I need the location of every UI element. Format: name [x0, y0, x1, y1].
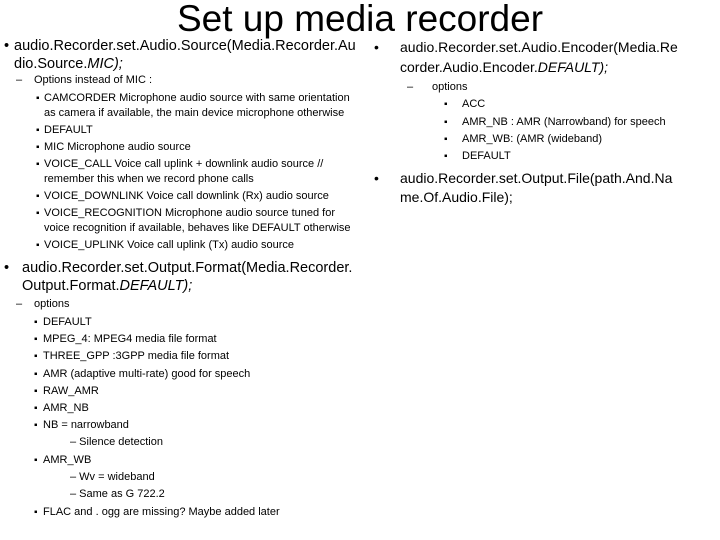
- encoder-line-2b: DEFAULT);: [537, 59, 609, 75]
- list-item: AMR_NB: [43, 402, 89, 414]
- list-item: AMR_NB : AMR (Narrowband) for speech: [462, 116, 666, 128]
- dash-icon: –: [407, 81, 414, 93]
- sub-bullet-icon: ▪: [34, 386, 38, 397]
- sub-bullet-icon: ▪: [444, 99, 448, 110]
- format-line-2b: DEFAULT);: [119, 278, 193, 294]
- sub-bullet-icon: ▪: [36, 240, 40, 251]
- list-item: CAMCORDER Microphone audio source with s…: [44, 92, 350, 104]
- source-line-1: audio.Recorder.set.Audio.Source(Media.Re…: [14, 38, 356, 54]
- sub-bullet-icon: ▪: [34, 507, 38, 518]
- list-item: VOICE_DOWNLINK Voice call downlink (Rx) …: [44, 190, 329, 202]
- encoder-heading: options: [432, 81, 468, 93]
- list-item: DEFAULT: [462, 150, 511, 162]
- encoder-line-2: corder.Audio.Encoder.DEFAULT);: [400, 60, 608, 74]
- sub-bullet-icon: ▪: [34, 455, 38, 466]
- encoder-line-1: audio.Recorder.set.Audio.Encoder(Media.R…: [400, 39, 678, 55]
- list-item: THREE_GPP :3GPP media file format: [43, 350, 230, 362]
- bullet-icon: •: [4, 38, 10, 54]
- dash-icon: –: [16, 74, 23, 86]
- source-line-2b: MIC);: [87, 56, 123, 72]
- sub-bullet-icon: ▪: [34, 403, 38, 414]
- list-item: FLAC and . ogg are missing? Maybe added …: [43, 506, 280, 518]
- format-line-1: audio.Recorder.set.Output.Format(Media.R…: [22, 260, 353, 276]
- sub-bullet-icon: ▪: [34, 317, 38, 328]
- sub-bullet-icon: ▪: [34, 334, 38, 345]
- sub-bullet-icon: ▪: [34, 351, 38, 362]
- bullet-icon: •: [4, 260, 10, 276]
- list-item: ACC: [462, 98, 486, 110]
- list-item: voice recognition if available, behaves …: [44, 222, 351, 234]
- dash-icon: –: [16, 298, 23, 310]
- source-line-2: dio.Source.MIC);: [14, 57, 123, 72]
- sub-bullet-icon: ▪: [444, 151, 448, 162]
- encoder-line-2a: corder.Audio.Encoder.: [400, 59, 538, 75]
- output-file-line-2: me.Of.Audio.File);: [400, 189, 513, 205]
- list-item: as camera if available, the main device …: [44, 107, 345, 119]
- source-heading: Options instead of MIC :: [34, 74, 152, 86]
- list-item: NB = narrowband: [43, 419, 129, 431]
- list-item: – Same as G 722.2: [70, 488, 165, 500]
- list-item: AMR_WB: (AMR (wideband): [462, 133, 602, 145]
- list-item: – Silence detection: [70, 436, 163, 448]
- list-item: MPEG_4: MPEG4 media file format: [43, 333, 217, 345]
- list-item: AMR (adaptive multi-rate) good for speec…: [43, 368, 251, 380]
- format-heading: options: [34, 298, 70, 310]
- format-line-2a: Output.Format.: [22, 278, 120, 294]
- sub-bullet-icon: ▪: [36, 93, 40, 104]
- list-item: RAW_AMR: [43, 385, 99, 397]
- list-item: DEFAULT: [43, 316, 92, 328]
- sub-bullet-icon: ▪: [34, 420, 38, 431]
- list-item: VOICE_RECOGNITION Microphone audio sourc…: [44, 207, 336, 219]
- list-item: VOICE_CALL Voice call uplink + downlink …: [44, 158, 324, 170]
- list-item: DEFAULT: [44, 124, 93, 136]
- sub-bullet-icon: ▪: [36, 125, 40, 136]
- sub-bullet-icon: ▪: [34, 369, 38, 380]
- format-line-2: Output.Format.DEFAULT);: [22, 279, 192, 294]
- list-item: VOICE_UPLINK Voice call uplink (Tx) audi…: [44, 239, 295, 251]
- sub-bullet-icon: ▪: [36, 208, 40, 219]
- sub-bullet-icon: ▪: [444, 117, 448, 128]
- list-item: – Wv = wideband: [70, 471, 155, 483]
- list-item: MIC Microphone audio source: [44, 141, 191, 153]
- bullet-icon: •: [374, 170, 379, 186]
- list-item: remember this when we record phone calls: [44, 173, 254, 185]
- sub-bullet-icon: ▪: [36, 191, 40, 202]
- sub-bullet-icon: ▪: [36, 159, 40, 170]
- sub-bullet-icon: ▪: [36, 142, 40, 153]
- output-file-line-1: audio.Recorder.set.Output.File(path.And.…: [400, 170, 673, 186]
- sub-bullet-icon: ▪: [444, 134, 448, 145]
- source-line-2a: dio.Source.: [14, 56, 88, 72]
- bullet-icon: •: [374, 39, 379, 55]
- slide-title: Set up media recorder: [176, 0, 544, 39]
- slide: Set up media recorder • audio.Recorder.s…: [0, 0, 720, 540]
- list-item: AMR_WB: [43, 454, 92, 466]
